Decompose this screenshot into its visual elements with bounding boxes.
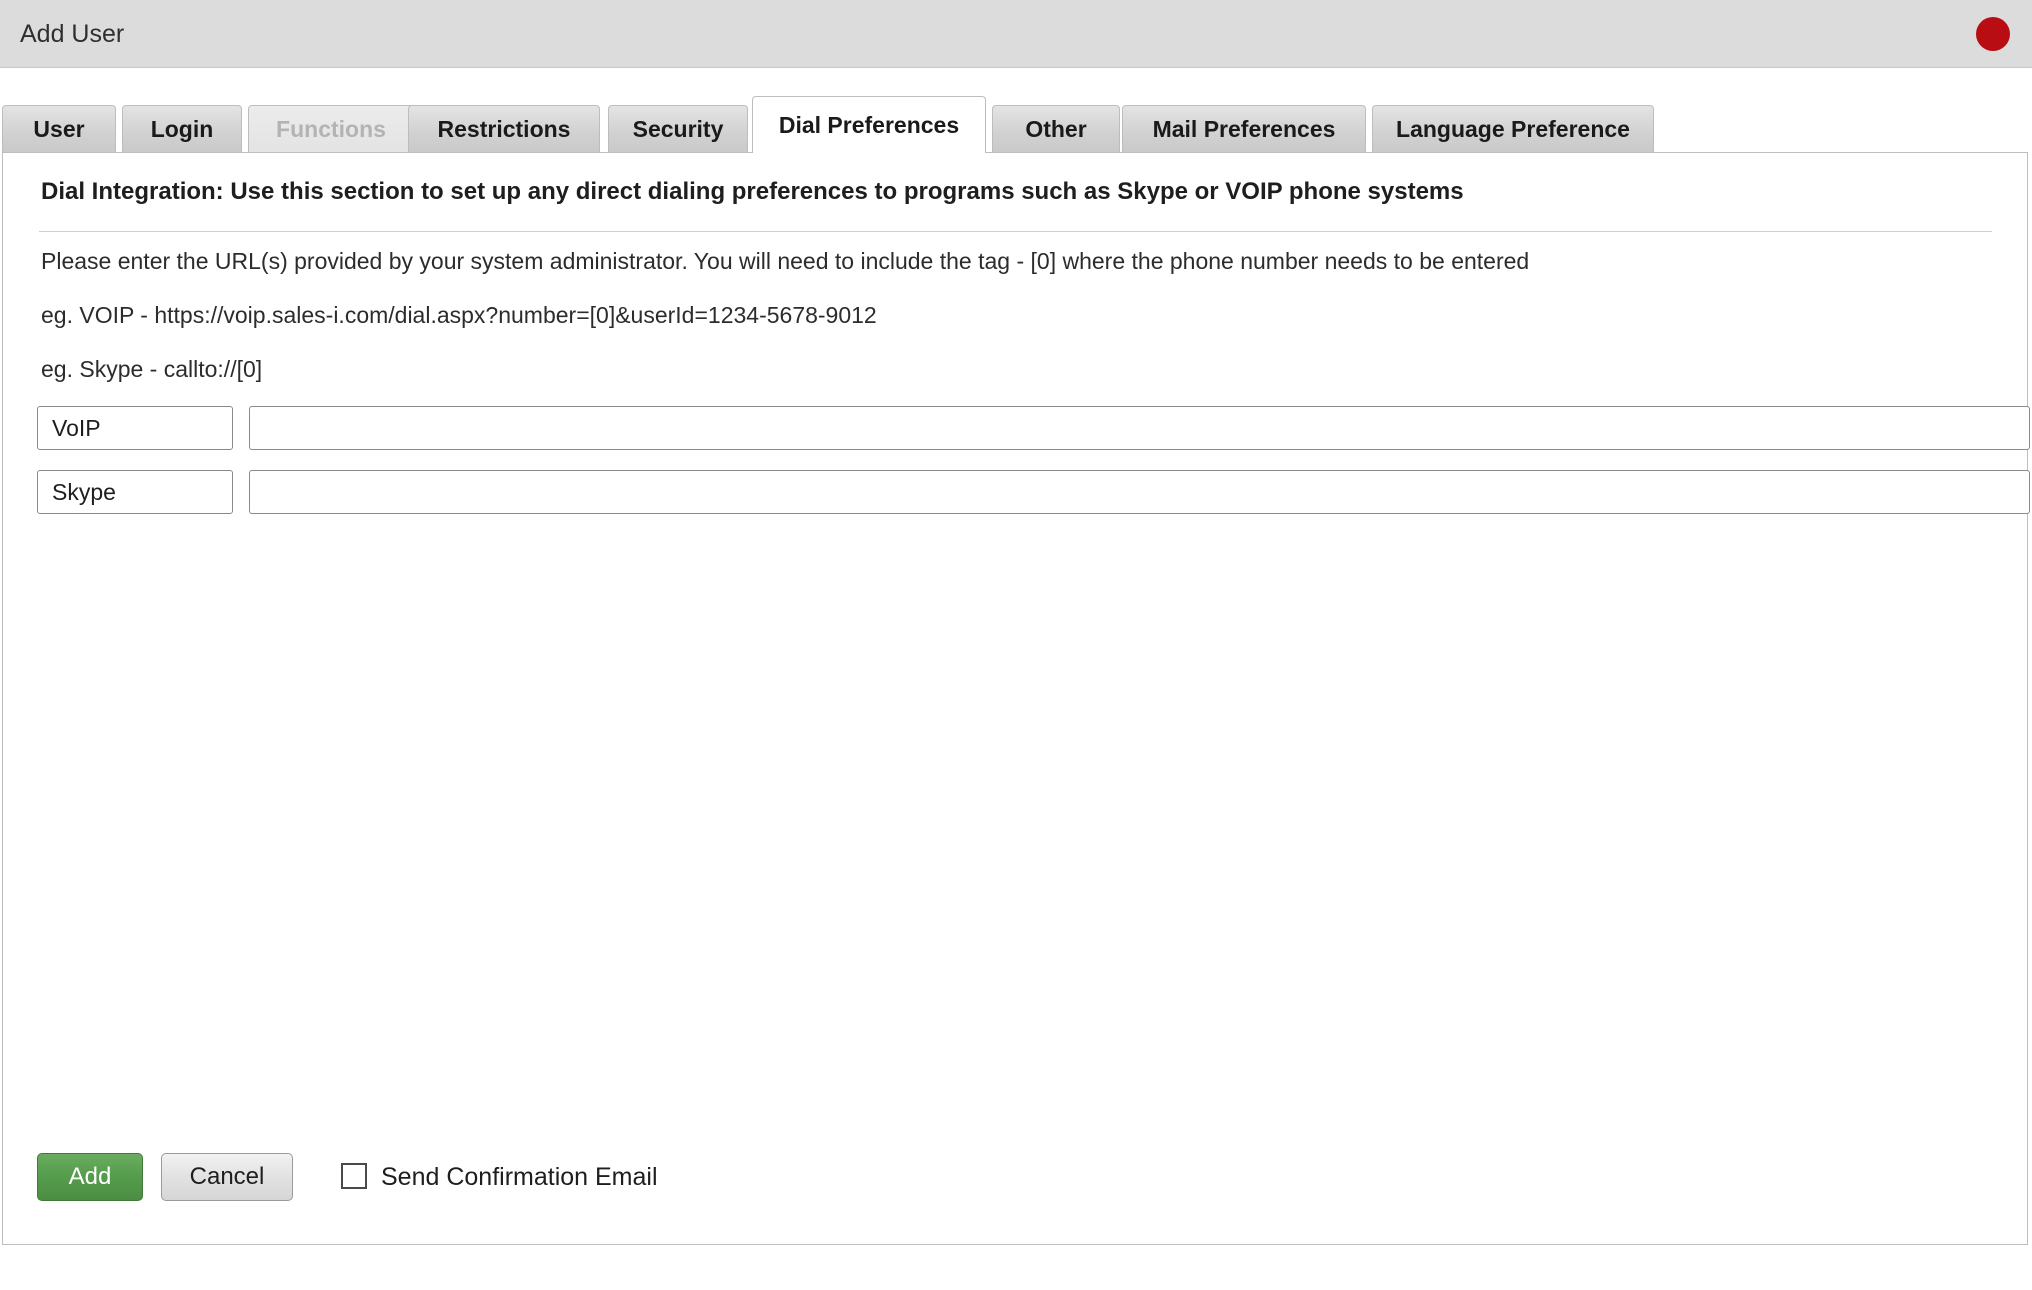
tab-functions: Functions: [248, 105, 414, 153]
tab-dial-preferences[interactable]: Dial Preferences: [752, 96, 986, 153]
voip-label: VoIP: [37, 406, 233, 450]
info-line-instructions: Please enter the URL(s) provided by your…: [41, 248, 1530, 274]
send-confirmation-email-checkbox[interactable]: [341, 1163, 367, 1189]
window-title-bar: Add User: [0, 0, 2032, 68]
window-title: Add User: [20, 20, 125, 48]
add-button[interactable]: Add: [37, 1153, 143, 1201]
voip-url-input[interactable]: [249, 406, 2030, 450]
cancel-button[interactable]: Cancel: [161, 1153, 293, 1201]
active-tab-join: [753, 151, 985, 155]
tab-other[interactable]: Other: [992, 105, 1120, 153]
close-circle-icon[interactable]: [1976, 16, 2010, 51]
tab-security[interactable]: Security: [608, 105, 748, 153]
info-line-skype-example: eg. Skype - callto://[0]: [41, 356, 263, 382]
section-divider: [39, 231, 1992, 232]
tab-restrictions[interactable]: Restrictions: [408, 105, 600, 153]
section-heading: Dial Integration: Use this section to se…: [41, 178, 1464, 205]
dial-preferences-panel: Dial Integration: Use this section to se…: [2, 152, 2030, 1245]
tab-login[interactable]: Login: [122, 105, 242, 153]
tab-language-preference[interactable]: Language Preference: [1372, 105, 1654, 153]
tab-bar: User Login Functions Restrictions Security Di…: [0, 96, 2032, 153]
skype-label: Skype: [37, 470, 233, 514]
skype-url-input[interactable]: [249, 470, 2030, 514]
tab-user[interactable]: User: [2, 105, 116, 153]
send-confirmation-email-label[interactable]: Send Confirmation Email: [381, 1153, 658, 1201]
info-line-voip-example: eg. VOIP - https://voip.sales-i.com/dial…: [41, 302, 877, 328]
tab-mail-preferences[interactable]: Mail Preferences: [1122, 105, 1366, 153]
